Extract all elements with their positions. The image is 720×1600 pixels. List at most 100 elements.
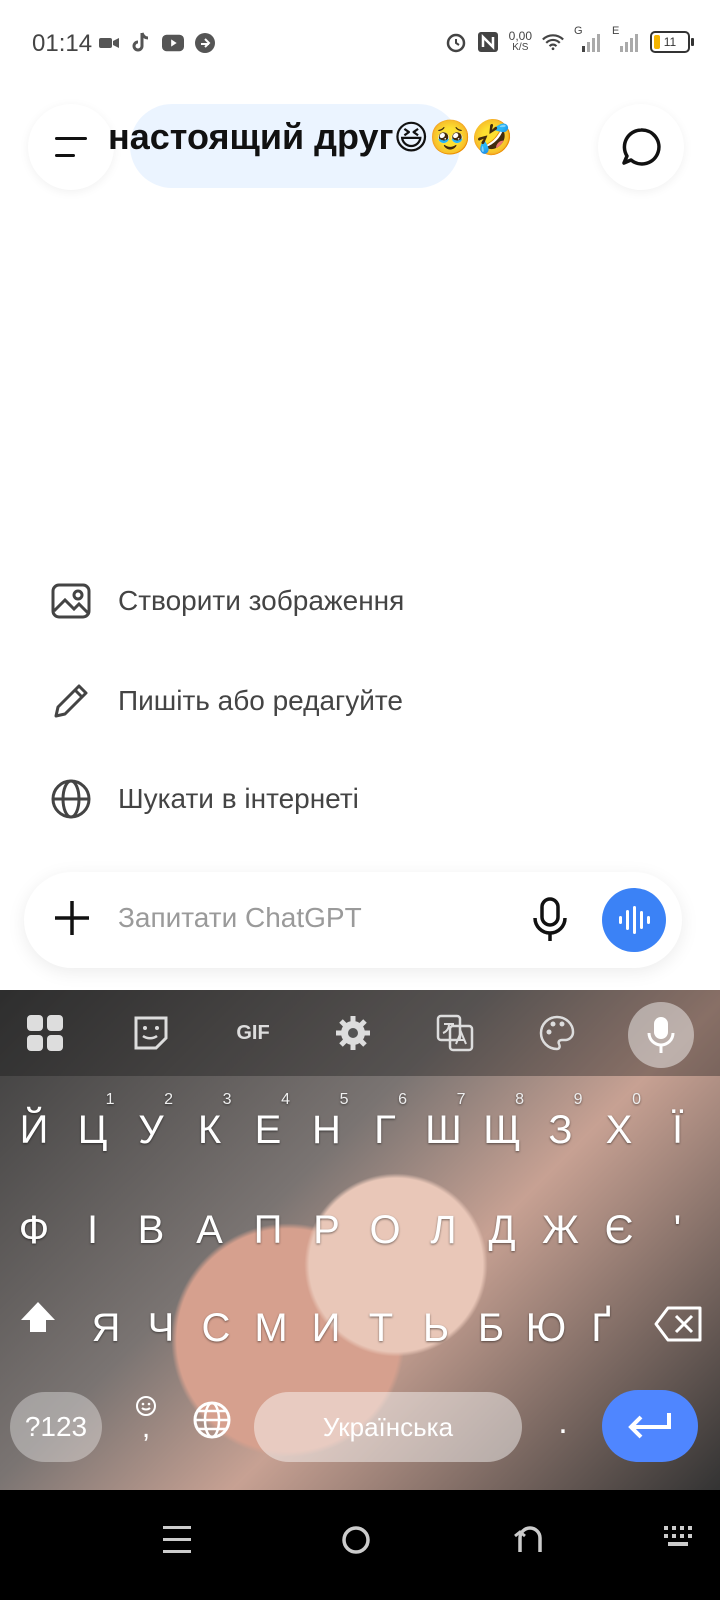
letter-key[interactable]: Ю	[518, 1288, 574, 1368]
dictate-button[interactable]	[530, 896, 570, 949]
key-label: Ц	[77, 1108, 108, 1152]
letter-key[interactable]: Є	[591, 1190, 647, 1270]
key-label: У	[138, 1108, 164, 1152]
suggestion-create-image[interactable]: Створити зображення	[50, 580, 404, 622]
new-chat-icon	[622, 128, 661, 166]
letter-key[interactable]: С	[188, 1288, 244, 1368]
back-button[interactable]	[514, 1524, 546, 1561]
letter-key[interactable]: Р	[299, 1190, 355, 1270]
key-label: К	[197, 1108, 222, 1152]
key-number-hint: 8	[515, 1091, 524, 1108]
gif-button[interactable]: GIF	[228, 1012, 278, 1054]
message-input[interactable]: Запитати ChatGPT	[118, 902, 362, 934]
system-navigation-bar	[0, 1490, 720, 1600]
gear-icon	[336, 1016, 370, 1050]
letter-key[interactable]: Й	[6, 1090, 62, 1170]
enter-icon	[628, 1413, 671, 1439]
letter-key[interactable]: Ш7	[416, 1090, 472, 1170]
keyboard-switch-button[interactable]	[662, 1524, 698, 1557]
letter-key[interactable]: Ц1	[65, 1090, 121, 1170]
globe-icon	[51, 779, 91, 819]
theme-button[interactable]	[536, 1012, 578, 1054]
keyboard-voice-button[interactable]	[628, 1002, 694, 1068]
letter-key[interactable]: Ґ	[573, 1288, 629, 1368]
emoji-comma-key[interactable]: ,	[126, 1394, 166, 1454]
backspace-key[interactable]	[654, 1306, 702, 1347]
menu-button[interactable]	[28, 104, 114, 190]
letter-key[interactable]: О	[357, 1190, 413, 1270]
letter-key[interactable]: Г6	[357, 1090, 413, 1170]
microphone-icon	[533, 897, 567, 941]
comma-label: ,	[141, 1411, 151, 1444]
home-button[interactable]	[340, 1524, 372, 1561]
letter-key[interactable]: Ж	[533, 1190, 589, 1270]
video-camera-icon	[98, 32, 120, 54]
pencil-icon	[54, 684, 88, 718]
music-app-icon	[194, 32, 216, 54]
shift-key[interactable]	[18, 1298, 58, 1343]
letter-key[interactable]: Ї	[650, 1090, 706, 1170]
translate-button[interactable]	[434, 1012, 476, 1054]
message-input-bar: Запитати ChatGPT	[24, 872, 682, 968]
letter-key[interactable]: Е4	[240, 1090, 296, 1170]
key-number-hint: 9	[573, 1091, 583, 1108]
enter-key[interactable]	[602, 1390, 698, 1462]
system-icons: 0,00 K/S G E 11	[445, 25, 694, 54]
keyboard-settings-button[interactable]	[332, 1012, 374, 1054]
suggestion-web-search[interactable]: Шукати в інтернеті	[50, 778, 359, 820]
suggestion-label: Створити зображення	[118, 585, 405, 616]
key-number-hint: 0	[632, 1091, 641, 1108]
key-label: А	[196, 1208, 223, 1252]
period-key[interactable]: .	[548, 1392, 578, 1462]
letter-key[interactable]: Щ8	[474, 1090, 530, 1170]
new-chat-button[interactable]	[598, 104, 684, 190]
letter-key[interactable]: Ч	[133, 1288, 189, 1368]
voice-mode-button[interactable]	[602, 888, 666, 952]
key-label: Ї	[671, 1108, 684, 1152]
attach-button[interactable]	[52, 898, 92, 943]
suggestion-write-edit[interactable]: Пишіть або редагуйте	[50, 680, 403, 722]
letter-key[interactable]: '	[650, 1190, 706, 1270]
key-label: Т	[368, 1306, 394, 1350]
letter-key[interactable]: Д	[474, 1190, 530, 1270]
nfc-icon	[477, 31, 499, 53]
image-icon	[51, 583, 91, 619]
net-speed-value: 0,00	[508, 29, 532, 43]
symbols-key[interactable]: ?123	[10, 1392, 102, 1462]
letter-key[interactable]: Ь	[408, 1288, 464, 1368]
key-label: Р	[313, 1208, 340, 1252]
space-key[interactable]: Українська	[254, 1392, 522, 1462]
recents-button[interactable]	[162, 1524, 192, 1561]
letter-key[interactable]: Б	[463, 1288, 519, 1368]
wifi-icon	[542, 31, 564, 53]
letter-key[interactable]: В	[123, 1190, 179, 1270]
letter-key[interactable]: Н5	[299, 1090, 355, 1170]
shift-icon	[21, 1302, 55, 1332]
letter-key[interactable]: Т	[353, 1288, 409, 1368]
keyboard-icon	[664, 1526, 692, 1546]
key-number-hint: 5	[339, 1091, 349, 1108]
key-label: Г	[374, 1108, 396, 1152]
letter-key[interactable]: З9	[533, 1090, 589, 1170]
key-label: Х	[605, 1108, 633, 1152]
letter-key[interactable]: А	[182, 1190, 238, 1270]
key-label: Й	[19, 1108, 49, 1152]
letter-key[interactable]: П	[240, 1190, 296, 1270]
letter-key[interactable]: К3	[182, 1090, 238, 1170]
letter-key[interactable]: У2	[123, 1090, 179, 1170]
letter-key[interactable]: И	[298, 1288, 354, 1368]
translate-icon	[436, 1014, 474, 1052]
gif-label: GIF	[236, 1021, 270, 1044]
letter-key[interactable]: М	[243, 1288, 299, 1368]
menu-icon	[55, 137, 87, 157]
key-number-hint: 2	[164, 1091, 173, 1108]
letter-key[interactable]: Х0	[591, 1090, 647, 1170]
letter-key[interactable]: Ф	[6, 1190, 62, 1270]
letter-key[interactable]: Л	[416, 1190, 472, 1270]
youtube-icon	[162, 32, 184, 54]
language-switch-key[interactable]	[192, 1400, 232, 1445]
apps-grid-button[interactable]	[24, 1012, 66, 1054]
letter-key[interactable]: І	[65, 1190, 121, 1270]
sticker-button[interactable]	[130, 1012, 172, 1054]
letter-key[interactable]: Я	[78, 1288, 134, 1368]
